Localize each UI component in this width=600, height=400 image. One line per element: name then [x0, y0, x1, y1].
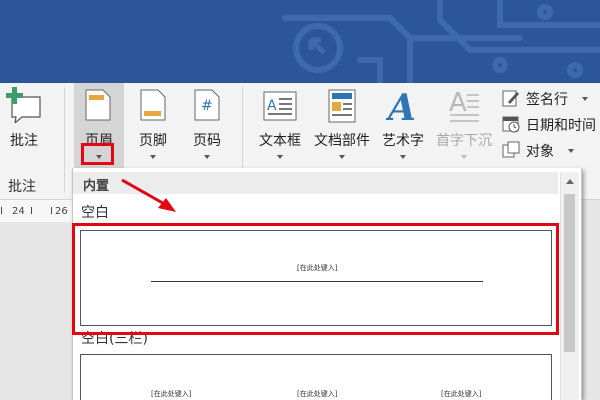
- placeholder-text: [在此处键入]: [151, 390, 192, 398]
- textbox-label: 文本框: [259, 133, 301, 149]
- pointer-arrow-icon: [121, 178, 176, 212]
- object-dropdown-arrow[interactable]: [568, 149, 574, 153]
- wordart-dropdown-arrow[interactable]: [400, 155, 406, 159]
- footer-button[interactable]: 页脚: [128, 83, 178, 169]
- quick-parts-label: 文档部件: [314, 133, 370, 149]
- footer-label: 页脚: [139, 133, 167, 149]
- svg-text:A: A: [267, 98, 277, 114]
- header-arrow-highlight: [81, 143, 114, 165]
- comment-plus-icon: [6, 87, 41, 123]
- placeholder-text: [在此处键入]: [441, 390, 482, 398]
- blank-template-highlight: [72, 223, 559, 335]
- signature-line-dropdown-arrow[interactable]: [582, 97, 588, 101]
- comment-button[interactable]: 批注: [0, 83, 48, 169]
- page-number-icon: #: [194, 89, 220, 121]
- object-button[interactable]: 对象: [502, 138, 582, 162]
- quick-parts-dropdown-arrow[interactable]: [339, 155, 345, 159]
- quick-parts-button[interactable]: 文档部件: [310, 83, 374, 169]
- drop-cap-label: 首字下沉: [436, 133, 492, 149]
- gallery-item-title: 空白: [81, 205, 109, 221]
- date-time-button[interactable]: 日期和时间: [502, 112, 600, 136]
- object-icon: [502, 141, 520, 158]
- svg-text:A: A: [449, 88, 467, 118]
- ruler-tick: 26: [55, 206, 68, 217]
- ruler-tick: 24: [12, 206, 25, 217]
- textbox-icon: A: [263, 91, 297, 121]
- quick-parts-icon: [328, 89, 356, 123]
- wordart-label: 艺术字: [382, 133, 424, 149]
- circuit-decoration-icon: [282, 0, 600, 83]
- svg-text:#: #: [201, 98, 213, 114]
- textbox-dropdown-arrow[interactable]: [277, 155, 283, 159]
- calendar-icon: [502, 116, 520, 133]
- signature-line-label: 签名行: [526, 92, 568, 108]
- horizontal-ruler: I 24 I I 26: [0, 200, 72, 222]
- footer-page-icon: [140, 89, 166, 121]
- wordart-button[interactable]: A 艺术字: [376, 83, 430, 169]
- footer-dropdown-arrow[interactable]: [150, 155, 156, 159]
- wordart-icon: A: [386, 87, 416, 125]
- date-time-label: 日期和时间: [526, 118, 596, 134]
- drop-cap-icon: A: [449, 88, 479, 122]
- comment-group-label: 批注: [8, 179, 36, 195]
- drop-cap-button[interactable]: A 首字下沉: [432, 83, 496, 169]
- drop-cap-dropdown-arrow: [461, 155, 467, 159]
- object-label: 对象: [526, 144, 554, 160]
- title-banner: [0, 0, 600, 83]
- page-number-label: 页码: [193, 133, 221, 149]
- signature-line-button[interactable]: 签名行: [502, 86, 598, 110]
- gallery-scrollbar[interactable]: [560, 172, 579, 400]
- scroll-thumb[interactable]: [564, 194, 575, 352]
- comment-label: 批注: [10, 133, 38, 149]
- placeholder-text: [在此处键入]: [297, 390, 338, 398]
- header-template-three-column[interactable]: [在此处键入] [在此处键入] [在此处键入]: [80, 354, 552, 400]
- page-number-button[interactable]: # 页码: [182, 83, 232, 169]
- page-number-dropdown-arrow[interactable]: [204, 155, 210, 159]
- signature-line-icon: [502, 90, 519, 107]
- textbox-button[interactable]: A 文本框: [252, 83, 308, 169]
- group-divider: [64, 87, 65, 193]
- svg-text:A: A: [386, 87, 416, 125]
- scroll-up-arrow-icon[interactable]: [566, 179, 574, 184]
- header-page-icon: [85, 89, 111, 121]
